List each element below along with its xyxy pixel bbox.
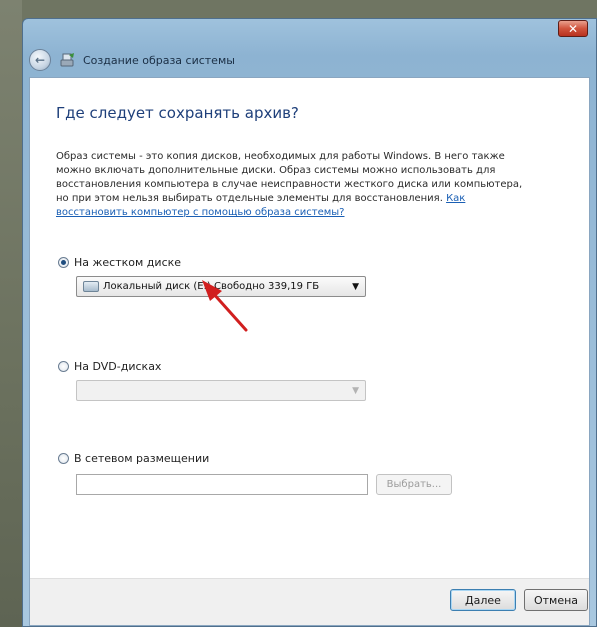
close-icon: ✕ [567, 21, 579, 36]
wizard-window: ✕ ← Создание образа системы Где следует … [22, 18, 597, 627]
title-bar: ← Создание образа системы [29, 45, 590, 75]
radio-button-hard-disk[interactable] [58, 257, 69, 268]
radio-label-network: В сетевом размещении [74, 452, 210, 465]
radio-network[interactable]: В сетевом размещении [58, 452, 209, 465]
close-button[interactable]: ✕ [558, 20, 588, 37]
backup-app-icon [59, 51, 77, 69]
wizard-footer: Далее Отмена [30, 578, 589, 625]
chevron-down-icon: ▼ [352, 282, 359, 292]
window-title: Создание образа системы [83, 53, 235, 67]
cancel-button[interactable]: Отмена [524, 589, 588, 611]
radio-hard-disk[interactable]: На жестком диске [58, 256, 181, 269]
drive-icon [83, 281, 99, 292]
dvd-dropdown[interactable]: ▼ [76, 380, 366, 401]
browse-button[interactable]: Выбрать... [376, 474, 452, 495]
wizard-content: Где следует сохранять архив? Образ систе… [29, 77, 590, 626]
network-path-input[interactable] [76, 474, 368, 495]
radio-label-hard-disk: На жестком диске [74, 256, 182, 269]
description-text: Образ системы - это копия дисков, необхо… [56, 150, 526, 220]
radio-label-dvd: На DVD-дисках [74, 360, 162, 373]
hard-disk-dropdown-value: Локальный диск (E:) Свободно 339,19 ГБ [103, 281, 320, 292]
radio-button-dvd[interactable] [58, 361, 69, 372]
back-arrow-icon: ← [34, 53, 46, 67]
next-button[interactable]: Далее [450, 589, 516, 611]
page-title: Где следует сохранять архив? [56, 104, 299, 122]
radio-button-network[interactable] [58, 453, 69, 464]
hard-disk-dropdown[interactable]: Локальный диск (E:) Свободно 339,19 ГБ ▼ [76, 276, 366, 297]
chevron-down-icon: ▼ [352, 386, 359, 396]
desktop-background [0, 0, 22, 627]
radio-dvd[interactable]: На DVD-дисках [58, 360, 161, 373]
back-button[interactable]: ← [29, 49, 51, 71]
